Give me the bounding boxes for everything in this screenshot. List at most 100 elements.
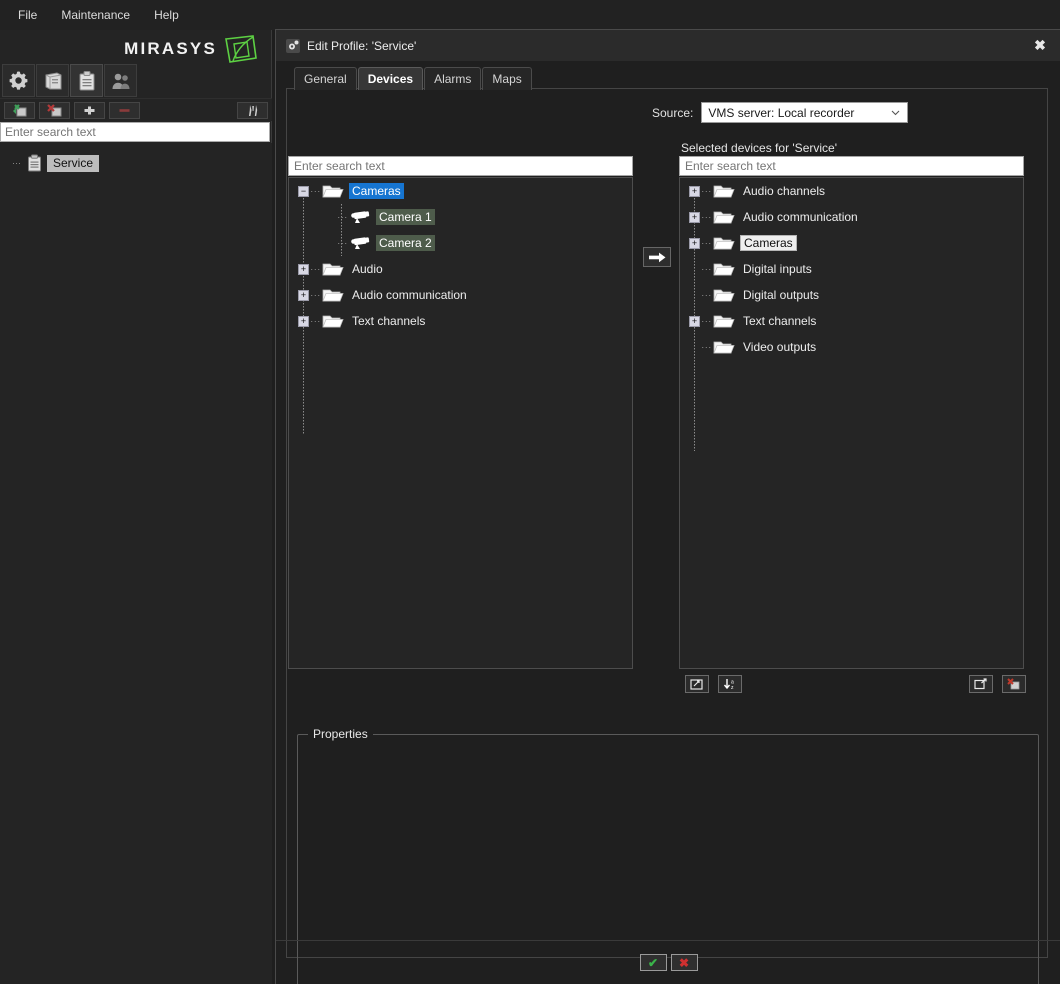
source-label: Source:	[652, 106, 693, 120]
tree-node-label: Cameras	[349, 183, 404, 199]
tree-connector: ···	[309, 264, 322, 274]
sort-icon: a z	[723, 678, 738, 690]
expander-placeholder	[689, 290, 700, 301]
menu-item-help[interactable]: Help	[144, 4, 189, 26]
tab-alarms[interactable]: Alarms	[424, 67, 481, 90]
add-profile-icon-button[interactable]	[4, 102, 35, 119]
tree-node-label: Audio channels	[740, 183, 828, 199]
tree-node-audio-communication[interactable]: + ··· Audio communication	[289, 282, 632, 308]
sidebar-search-input[interactable]	[0, 122, 270, 142]
close-icon[interactable]: ✖	[1028, 34, 1052, 56]
dialog-tab-bar: General Devices Alarms Maps	[294, 67, 532, 90]
expand-icon[interactable]: +	[298, 290, 309, 301]
tree-connector: ···	[336, 212, 349, 222]
selected-device-tree[interactable]: + ··· Audio channels + ··· Audio co	[679, 177, 1024, 669]
source-select-value: VMS server: Local recorder	[708, 106, 854, 120]
properties-title: Properties	[308, 727, 373, 741]
tree-node-cameras[interactable]: + ··· Cameras	[680, 230, 1023, 256]
tree-connector: ···	[700, 186, 713, 196]
expand-icon[interactable]: +	[689, 316, 700, 327]
left-sidebar: MIRASYS	[0, 30, 272, 984]
gear-icon-button[interactable]	[2, 64, 35, 97]
folder-open-icon	[713, 209, 735, 225]
minus-icon-button[interactable]	[109, 102, 140, 119]
tree-node-cameras[interactable]: − ··· Cameras	[289, 178, 632, 204]
source-tree-search-input[interactable]	[288, 156, 633, 176]
move-right-button[interactable]	[643, 247, 671, 267]
server-icon-button[interactable]	[36, 64, 69, 97]
dialog-title-text: Edit Profile: 'Service'	[307, 39, 416, 53]
mirasys-logo-icon	[223, 34, 259, 64]
tree-node-camera-1[interactable]: ··· Camera 1	[289, 204, 632, 230]
menu-item-file[interactable]: File	[8, 4, 47, 26]
tree-node-text-channels[interactable]: + ··· Text channels	[680, 308, 1023, 334]
sidebar-item-service[interactable]: ⋯ Service	[0, 152, 272, 174]
tree-node-audio-channels[interactable]: + ··· Audio channels	[680, 178, 1023, 204]
source-device-tree[interactable]: − ··· Cameras ···	[288, 177, 633, 669]
tree-node-label: Digital inputs	[740, 261, 815, 277]
chevron-down-icon	[891, 108, 900, 117]
brand-logo-area: MIRASYS	[124, 34, 259, 64]
clipboard-icon	[77, 70, 97, 92]
ok-button[interactable]: ✔	[640, 954, 667, 971]
tree-connector: ···	[309, 316, 322, 326]
collapse-icon[interactable]: −	[298, 186, 309, 197]
tree-connector: ···	[700, 238, 713, 248]
expander-placeholder	[689, 264, 700, 275]
tree-node-label: Audio communication	[740, 209, 861, 225]
menu-item-maintenance[interactable]: Maintenance	[51, 4, 140, 26]
plus-icon	[83, 105, 96, 116]
expander-placeholder	[689, 342, 700, 353]
tree-node-text-channels[interactable]: + ··· Text channels	[289, 308, 632, 334]
check-icon: ✔	[648, 957, 658, 969]
move-right-icon	[649, 252, 666, 263]
tree-connector: ···	[700, 316, 713, 326]
dialog-title-bar: Edit Profile: 'Service' ✖	[276, 30, 1060, 61]
folder-open-icon	[713, 339, 735, 355]
plus-icon-button[interactable]	[74, 102, 105, 119]
tree-node-audio[interactable]: + ··· Audio	[289, 256, 632, 282]
cancel-button[interactable]: ✖	[671, 954, 698, 971]
tools-icon-button[interactable]	[237, 102, 268, 119]
tree-node-label: Digital outputs	[740, 287, 822, 303]
selected-tree-search-input[interactable]	[679, 156, 1024, 176]
tree-node-label: Video outputs	[740, 339, 819, 355]
expand-icon[interactable]: +	[689, 186, 700, 197]
new-group-icon	[974, 678, 988, 690]
users-icon	[110, 70, 132, 92]
rename-icon	[690, 678, 704, 690]
tree-node-digital-inputs[interactable]: ··· Digital inputs	[680, 256, 1023, 282]
tree-node-video-outputs[interactable]: ··· Video outputs	[680, 334, 1023, 360]
rename-button[interactable]	[685, 675, 709, 693]
tab-general[interactable]: General	[294, 67, 357, 90]
tab-maps[interactable]: Maps	[482, 67, 531, 90]
tree-node-label: Audio communication	[349, 287, 470, 303]
tree-node-audio-communication[interactable]: + ··· Audio communication	[680, 204, 1023, 230]
tree-node-digital-outputs[interactable]: ··· Digital outputs	[680, 282, 1023, 308]
add-group-button[interactable]	[969, 675, 993, 693]
expand-icon[interactable]: +	[689, 212, 700, 223]
expand-icon[interactable]: +	[689, 238, 700, 249]
tab-devices[interactable]: Devices	[358, 67, 423, 90]
clipboard-icon-button[interactable]	[70, 64, 103, 97]
sort-button[interactable]: a z	[718, 675, 742, 693]
brand-name: MIRASYS	[124, 39, 217, 59]
users-icon-button[interactable]	[104, 64, 137, 97]
remove-profile-icon-button[interactable]	[39, 102, 70, 119]
minus-icon	[118, 105, 131, 116]
tree-connector: ···	[700, 212, 713, 222]
expand-icon[interactable]: +	[298, 316, 309, 327]
tree-node-label: Text channels	[349, 313, 428, 329]
sidebar-profile-tree: ⋯ Service	[0, 143, 272, 984]
camera-icon	[349, 209, 373, 225]
folder-open-icon	[713, 261, 735, 277]
sidebar-icon-toolbar	[0, 63, 272, 99]
main-menu-bar: File Maintenance Help	[0, 0, 1060, 30]
tree-node-camera-2[interactable]: ··· Camera 2	[289, 230, 632, 256]
profile-gear-icon	[286, 39, 300, 53]
folder-open-icon	[713, 183, 735, 199]
cross-icon: ✖	[679, 957, 689, 969]
expand-icon[interactable]: +	[298, 264, 309, 275]
delete-button[interactable]	[1002, 675, 1026, 693]
source-select[interactable]: VMS server: Local recorder	[701, 102, 908, 123]
